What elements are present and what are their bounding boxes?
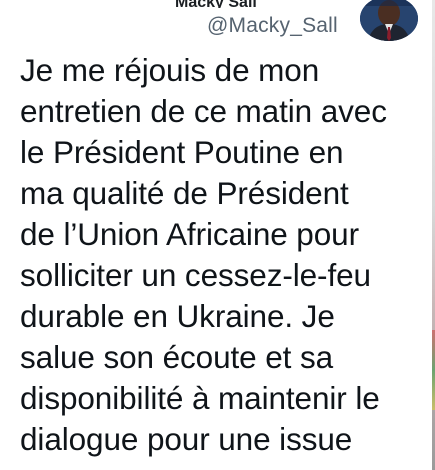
display-name-partial[interactable]: Macky Sall — [175, 0, 315, 8]
avatar[interactable] — [360, 0, 418, 41]
user-handle[interactable]: @Macky_Sall — [207, 14, 338, 38]
tweet-card: Macky Sall @Macky_Sall Je me réjouis de … — [0, 0, 435, 470]
tweet-text: Je me réjouis de mon entretien de ce mat… — [20, 52, 387, 457]
profile-photo-icon — [360, 0, 418, 41]
